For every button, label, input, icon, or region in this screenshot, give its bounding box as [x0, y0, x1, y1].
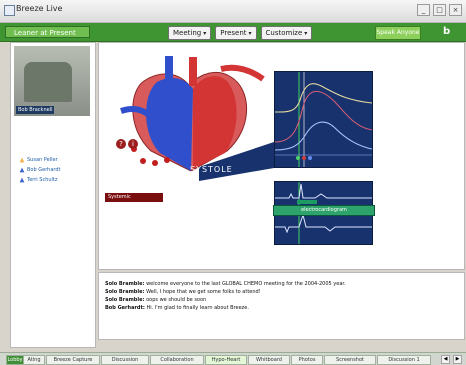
meeting-menu[interactable]: Meeting ▾: [168, 26, 212, 40]
window-titlebar: Breeze Live _ □ ×: [0, 0, 466, 23]
video-pod: Bob Bracknell: [14, 46, 90, 116]
window-title: Breeze Live: [16, 4, 63, 13]
present-menu[interactable]: Present ▾: [215, 26, 257, 40]
user-icon: [19, 157, 25, 163]
bottom-tabs: Lobby Ating Breeze Capture Discussion Co…: [0, 352, 466, 365]
participant-item[interactable]: Bob Gerhardt: [19, 165, 61, 175]
close-icon[interactable]: ?: [116, 139, 126, 149]
chat-line: Bob Gerhardt: Hi. I'm glad to finally le…: [105, 305, 249, 311]
user-icon: [19, 167, 25, 173]
app-icon: [4, 5, 15, 16]
chevron-down-icon: ▾: [304, 30, 308, 37]
speak-button[interactable]: Speak Anyone: [375, 26, 421, 40]
tab-scroll-controls: ◀ ▶: [441, 355, 462, 364]
scroll-right-icon[interactable]: ▶: [453, 355, 462, 364]
chevron-down-icon: ▾: [203, 30, 207, 37]
ecg-label: electrocardiogram: [273, 205, 375, 216]
participant-item[interactable]: Susan Peller: [19, 155, 61, 165]
video-person: [24, 62, 72, 102]
customize-menu[interactable]: Customize ▾: [260, 26, 313, 40]
participant-list: Susan Peller Bob Gerhardt Terri Schultz: [19, 155, 61, 185]
main-toolbar: Leaner at Present Meeting ▾ Present ▾ Cust…: [0, 23, 466, 42]
maximize-button[interactable]: □: [433, 4, 446, 16]
user-icon: [19, 177, 25, 183]
toolbar-menus: Meeting ▾ Present ▾ Customize ▾: [168, 26, 313, 40]
systole-label: SYSTOLE: [190, 165, 233, 174]
heart-diagram: [120, 56, 274, 181]
pressure-graph: [274, 71, 373, 168]
scroll-left-icon[interactable]: ◀: [441, 355, 450, 364]
chevron-down-icon: ▾: [248, 30, 252, 37]
window-controls: _ □ ×: [417, 4, 462, 16]
chat-line: Solo Bramble: oops we should be soon: [105, 297, 207, 303]
close-button[interactable]: ×: [449, 4, 462, 16]
breadcrumb[interactable]: Leaner at Present: [5, 26, 90, 38]
systemic-dropdown[interactable]: Systemic: [105, 193, 163, 202]
video-label: Bob Bracknell: [16, 106, 55, 114]
presentation-area: SYSTOLE Systemic electrocardiogram ? i: [98, 42, 465, 270]
chat-line: Solo Bramble: welcome everyone to the la…: [105, 281, 346, 287]
breeze-logo: b: [443, 26, 451, 37]
minimize-button[interactable]: _: [417, 4, 430, 16]
chat-line: Solo Bramble: Well, I hope that we get s…: [105, 289, 261, 295]
app-window: Breeze Live _ □ × Leaner at Present Meet…: [0, 0, 466, 365]
participant-item[interactable]: Terri Schultz: [19, 175, 61, 185]
left-sidebar: Bob Bracknell Susan Peller Bob Gerhardt …: [10, 42, 96, 348]
info-icon[interactable]: i: [128, 139, 138, 149]
chat-transcript: Solo Bramble: welcome everyone to the la…: [98, 272, 465, 340]
